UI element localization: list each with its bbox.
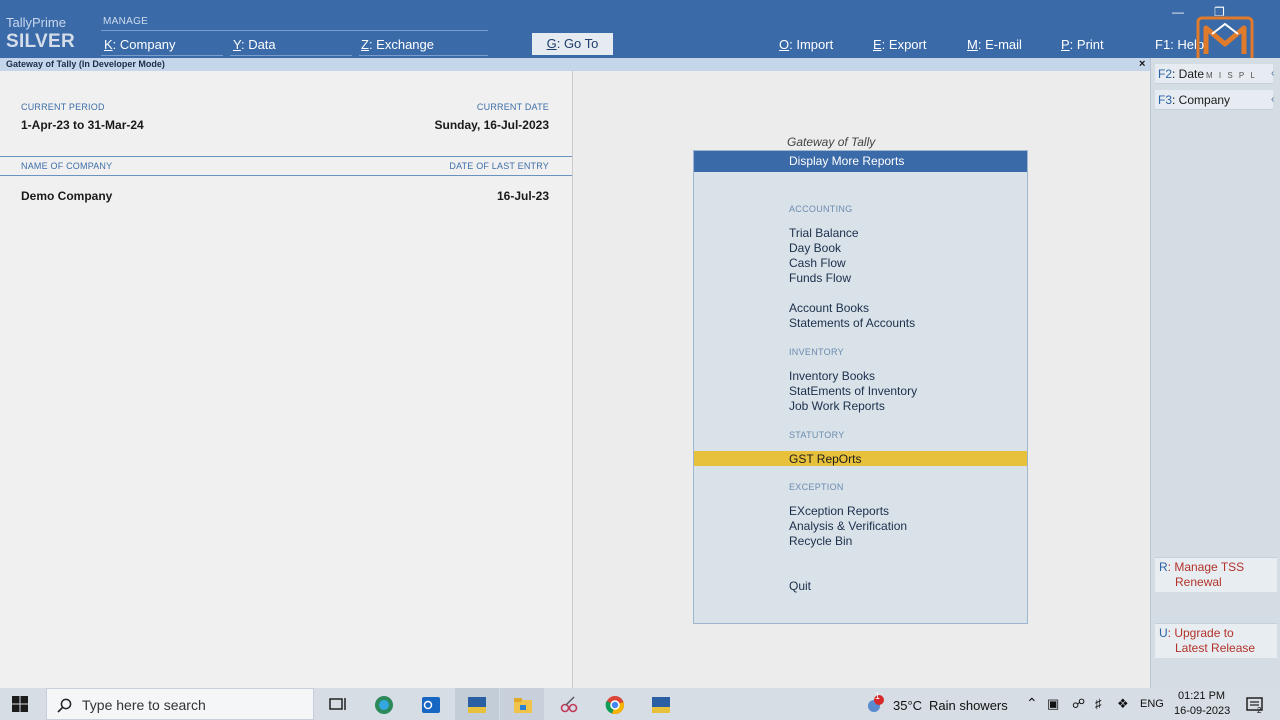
company-name[interactable]: Demo Company: [21, 189, 112, 203]
edge-browser-icon[interactable]: [373, 694, 395, 716]
action-center-badge: 2: [1257, 706, 1262, 715]
search-icon: [57, 698, 72, 713]
task-view-icon[interactable]: [327, 694, 349, 716]
company-menu-button[interactable]: K: Company: [104, 37, 176, 52]
menu-item-inventory-books[interactable]: Inventory Books: [789, 369, 875, 383]
company-name-column-header: NAME OF COMPANY: [21, 161, 113, 171]
manage-tss-button[interactable]: R: Manage TSS Renewal: [1155, 557, 1277, 592]
minimize-icon[interactable]: —: [1172, 5, 1184, 19]
company-button[interactable]: F3: Company: [1155, 90, 1273, 110]
divider: [0, 156, 572, 157]
display-more-reports-item[interactable]: Display More Reports: [694, 151, 1027, 172]
date-button[interactable]: F2: Date M I S P L: [1155, 64, 1273, 84]
menu-item-account-books[interactable]: Account Books: [789, 301, 869, 315]
top-menu-bar: TallyPrime SILVER MANAGE K: Company Y: D…: [0, 0, 1280, 66]
data-menu-button[interactable]: Y: Data: [233, 37, 276, 52]
mispl-logo-text: M I S P L: [1206, 71, 1257, 80]
menu-item-statements-of-accounts[interactable]: Statements of Accounts: [789, 316, 915, 330]
volume-muted-icon[interactable]: ♯: [1095, 696, 1102, 711]
screen-title-bar: Gateway of Tally (In Developer Mode) ×: [0, 58, 1150, 71]
dropbox-icon[interactable]: ❖: [1117, 696, 1129, 712]
export-button[interactable]: E: Export: [873, 37, 926, 52]
print-button[interactable]: P: Print: [1061, 37, 1104, 52]
button-panel: F2: Date M I S P L ‹ F3: Company ‹ R: Man…: [1150, 58, 1280, 688]
data-underline: [230, 55, 352, 56]
windows-start-icon[interactable]: [12, 696, 28, 712]
weather-icon[interactable]: [863, 694, 885, 716]
product-name: TallyPrime: [6, 15, 66, 30]
menu-item-day-book[interactable]: Day Book: [789, 241, 841, 255]
current-period-label: CURRENT PERIOD: [21, 102, 105, 112]
chevron-left-icon: ‹: [1271, 68, 1275, 79]
action-center-icon[interactable]: [1244, 694, 1266, 716]
manage-label: MANAGE: [103, 16, 149, 27]
gateway-menu: Display More Reports ACCOUNTING Trial Ba…: [693, 150, 1028, 624]
upgrade-button[interactable]: U: Upgrade to Latest Release: [1155, 623, 1277, 658]
weather-description[interactable]: Rain showers: [929, 698, 1008, 713]
menu-item-cash-flow[interactable]: Cash Flow: [789, 256, 846, 270]
goto-button[interactable]: G: Go To: [532, 33, 613, 55]
outlook-icon[interactable]: [420, 694, 442, 716]
product-edition: SILVER: [6, 31, 76, 52]
menu-item-recycle-bin[interactable]: Recycle Bin: [789, 534, 852, 548]
current-date-value[interactable]: Sunday, 16-Jul-2023: [435, 118, 550, 132]
menu-item-analysis-verification[interactable]: Analysis & Verification: [789, 519, 907, 533]
menu-item-trial-balance[interactable]: Trial Balance: [789, 226, 859, 240]
menu-item-exception-reports[interactable]: EXception Reports: [789, 504, 889, 518]
tally-app-icon[interactable]: [466, 694, 488, 716]
chrome-icon[interactable]: [604, 694, 626, 716]
close-icon[interactable]: ×: [1139, 58, 1145, 71]
exchange-menu-button[interactable]: Z: Exchange: [361, 37, 434, 52]
clock-time[interactable]: 01:21 PM: [1178, 690, 1225, 702]
windows-taskbar: Type here to search 1 35°C Rain showers …: [0, 688, 1280, 720]
last-entry-date: 16-Jul-23: [496, 189, 549, 203]
email-button[interactable]: M: E-mail: [967, 37, 1022, 52]
section-exception: EXCEPTION: [789, 482, 844, 492]
section-statutory: STATUTORY: [789, 430, 845, 440]
menu-item-gst-reports[interactable]: GST RepOrts: [694, 451, 1027, 466]
chevron-up-icon[interactable]: ⌃: [1026, 695, 1038, 712]
exchange-underline: [359, 55, 488, 56]
import-button[interactable]: O: Import: [779, 37, 833, 52]
company-underline: [101, 55, 223, 56]
network-icon[interactable]: ▣: [1047, 696, 1059, 712]
menu-item-quit[interactable]: Quit: [789, 579, 811, 593]
clock-date[interactable]: 16-09-2023: [1174, 705, 1230, 717]
current-period-value[interactable]: 1-Apr-23 to 31-Mar-24: [21, 118, 144, 132]
section-inventory: INVENTORY: [789, 347, 844, 357]
last-entry-column-header: DATE OF LAST ENTRY: [449, 161, 549, 171]
tally-app-icon[interactable]: [650, 694, 672, 716]
menu-item-job-work-reports[interactable]: Job Work Reports: [789, 399, 885, 413]
weather-alert-badge: 1: [875, 691, 881, 701]
file-explorer-icon[interactable]: [512, 694, 534, 716]
weather-temperature[interactable]: 35°C: [893, 698, 922, 713]
menu-item-funds-flow[interactable]: Funds Flow: [789, 271, 851, 285]
gateway-title: Gateway of Tally: [787, 135, 876, 149]
snipping-tool-icon[interactable]: [558, 694, 580, 716]
company-info-panel: CURRENT PERIOD 1-Apr-23 to 31-Mar-24 CUR…: [0, 71, 573, 688]
section-accounting: ACCOUNTING: [789, 204, 853, 214]
taskbar-search-input[interactable]: Type here to search: [46, 688, 314, 720]
screen-title: Gateway of Tally (In Developer Mode): [6, 59, 165, 69]
language-indicator[interactable]: ENG: [1140, 698, 1164, 710]
current-date-label: CURRENT DATE: [476, 102, 549, 112]
divider: [0, 175, 572, 176]
manage-divider: [101, 30, 488, 31]
chevron-left-icon: ‹: [1271, 94, 1275, 105]
menu-item-statements-of-inventory[interactable]: StatEments of Inventory: [789, 384, 917, 398]
meet-now-icon[interactable]: ☍: [1072, 696, 1085, 712]
